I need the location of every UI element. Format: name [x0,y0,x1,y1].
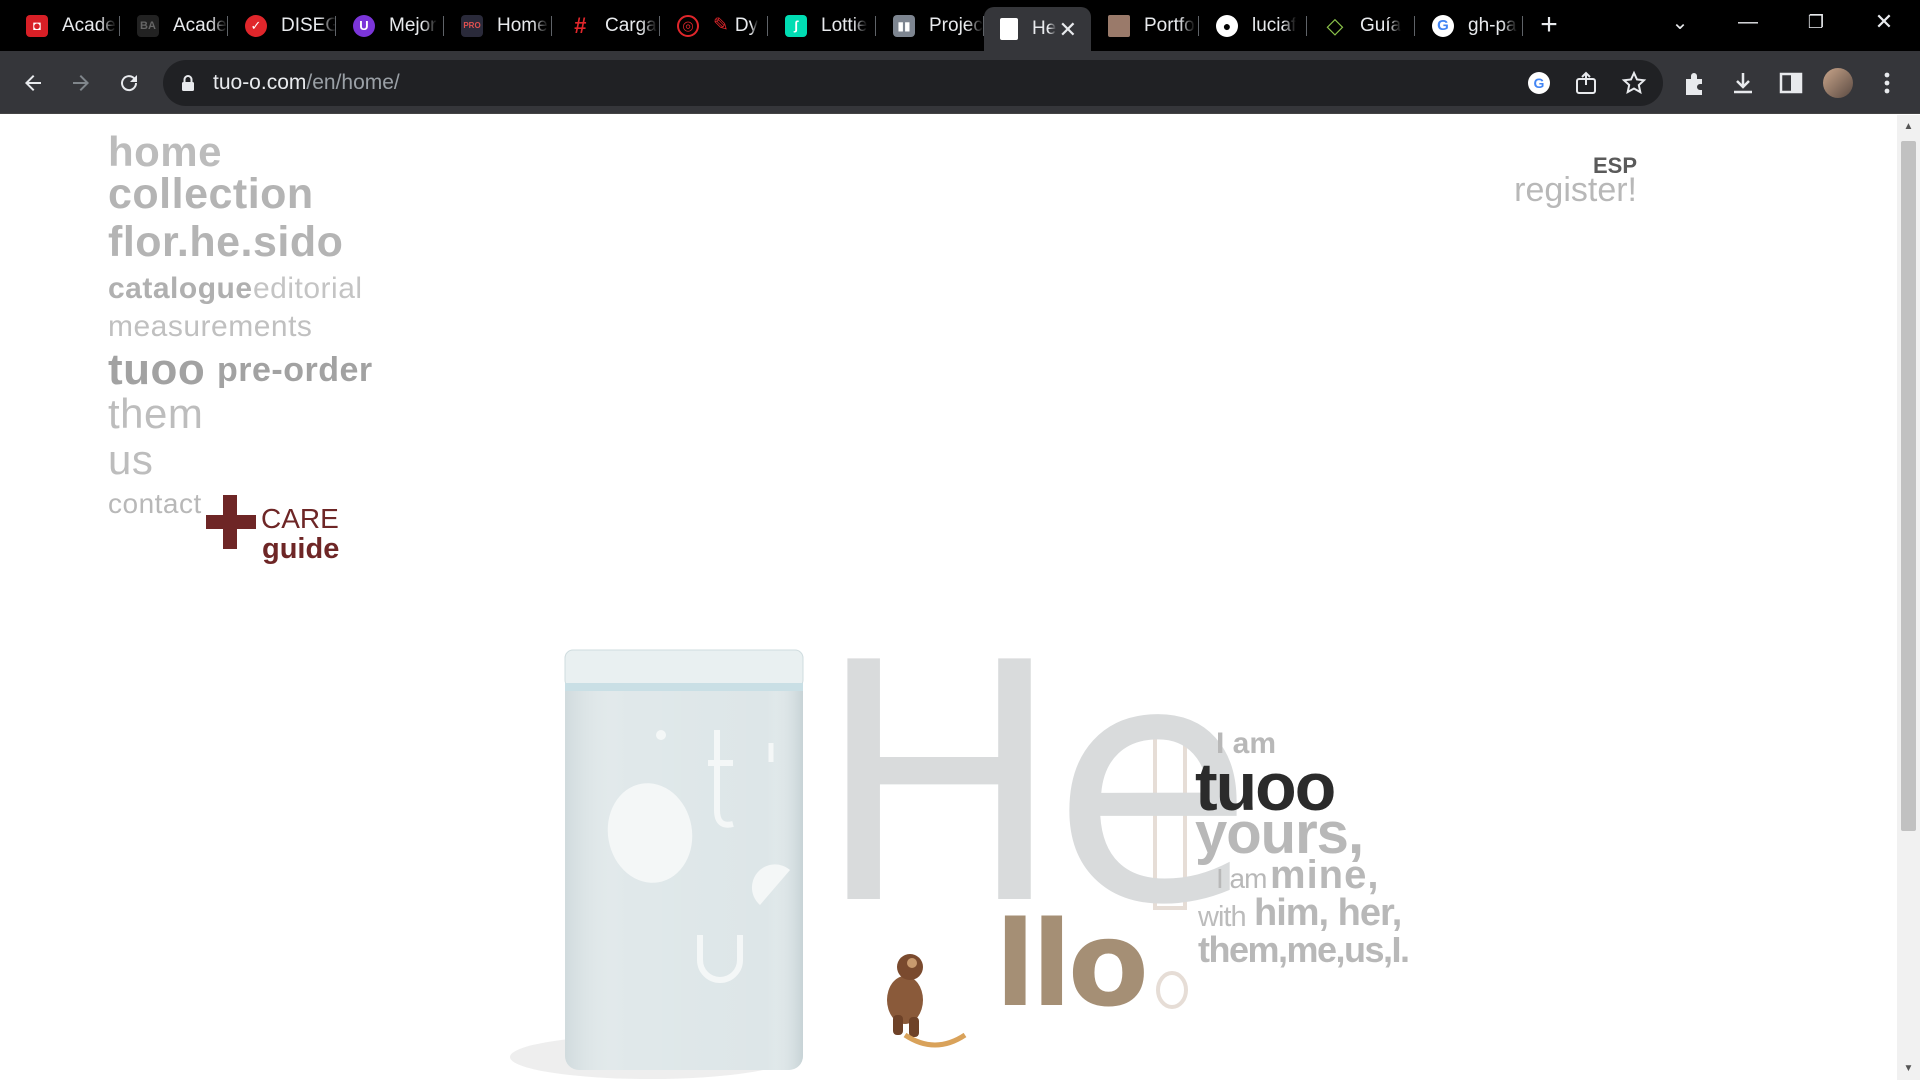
exclamation-dot [1156,971,1188,1009]
bookmark-star-icon[interactable] [1621,70,1647,96]
minimize-button[interactable]: — [1718,0,1778,44]
browser-tab[interactable]: ◘ Acade [10,7,120,44]
side-panel-icon[interactable] [1776,68,1806,98]
arrow-left-icon [25,75,41,91]
browser-tab-active[interactable]: He ✕ [984,7,1091,51]
green-diamond-icon: ◇ [1326,12,1344,38]
download-icon[interactable] [1728,68,1758,98]
new-tab-button[interactable]: + [1535,8,1563,42]
scroll-up-arrow-icon[interactable]: ▲ [1902,121,1915,134]
dribbble-icon: ◎ [677,14,699,37]
google-icon: G [1432,14,1454,37]
browser-tab[interactable]: ▮▮ Projec [877,7,984,44]
restore-button[interactable]: ❐ [1786,0,1846,44]
extensions-icon[interactable] [1680,68,1710,98]
address-bar[interactable]: tuo-o.com/en/home/ G [163,60,1663,106]
svg-text:G: G [1534,75,1545,91]
url-text: tuo-o.com/en/home/ [213,71,400,94]
close-window-button[interactable]: ✕ [1854,0,1914,44]
browser-tab[interactable]: Portfo [1092,7,1199,44]
trello-icon: ▮▮ [893,14,915,37]
tab-search-icon[interactable]: ⌄ [1650,0,1710,44]
menu-dots-icon[interactable] [1872,68,1902,98]
pen-icon: ✎ [713,15,729,36]
tuoo-product-image [564,649,804,1070]
browser-tab[interactable]: U Mejor [337,7,444,44]
page-icon [1000,18,1018,40]
browser-tab[interactable]: BA Acade [121,7,228,44]
web-page: home collection flor.he.sido catalogue e… [0,115,1897,1080]
tagline-them-me-us-i: them,me,us,I. [1198,929,1410,970]
hero-llo-text: llo [995,895,1149,1033]
back-button[interactable] [14,64,52,102]
lottie-icon: ʃ [785,14,807,37]
avatar-icon [1108,14,1130,37]
red-square-icon: ◘ [26,14,48,37]
page-scrollbar[interactable]: ▲ ▼ [1897,115,1920,1080]
browser-toolbar: tuo-o.com/en/home/ G [0,51,1920,114]
browser-tab[interactable]: # Carga [553,7,660,44]
procad-icon: PRO [461,14,483,37]
browser-tab[interactable]: ◇ Guía [1308,7,1415,44]
google-lens-icon[interactable]: G [1526,70,1552,96]
tab-strip: ◘ Acade BA Acade ✓ DISEG U Mejor PRO Hom… [0,0,1920,51]
forward-button[interactable] [62,64,100,102]
tagline-i-am-2: I am [1216,863,1267,894]
github-icon: ● [1216,14,1238,37]
profile-avatar[interactable] [1823,68,1853,98]
browser-tab[interactable]: ◎ ✎ Dy [661,7,768,44]
close-tab-icon[interactable]: ✕ [1059,17,1077,43]
lock-icon [182,75,194,91]
reload-icon [121,75,138,92]
shield-icon: ✓ [245,14,267,37]
browser-tab[interactable]: ʃ Lottie [769,7,876,44]
browser-tab[interactable]: ● luciaf [1200,7,1307,44]
purple-u-icon: U [353,14,375,37]
browser-tab[interactable]: G gh-pa [1416,7,1523,44]
browser-tab[interactable]: ✓ DISEG [229,7,336,44]
arrow-right-icon [73,75,89,91]
scrollbar-thumb[interactable] [1901,141,1916,831]
reload-button[interactable] [110,64,148,102]
scroll-down-arrow-icon[interactable]: ▼ [1902,1063,1915,1076]
ba-icon: BA [137,14,159,37]
browser-tab[interactable]: PRO Home [445,7,552,44]
hashtag-red-icon: # [573,12,587,38]
share-icon[interactable] [1573,70,1599,96]
